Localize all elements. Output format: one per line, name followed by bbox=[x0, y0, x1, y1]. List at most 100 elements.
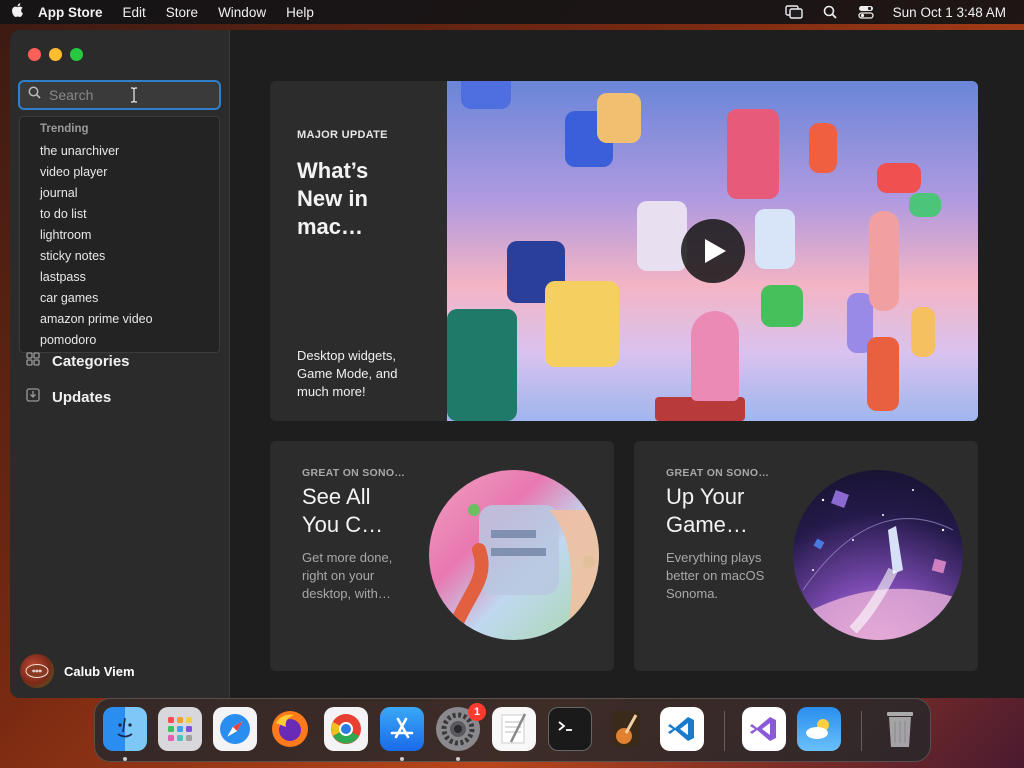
control-center-icon[interactable] bbox=[857, 5, 875, 19]
suggestion-item[interactable]: video player bbox=[20, 162, 219, 183]
terminal-icon bbox=[558, 721, 572, 731]
sidebar-item-updates[interactable]: Updates bbox=[26, 388, 111, 406]
art-tile bbox=[877, 163, 921, 193]
suggestion-item[interactable]: lastpass bbox=[20, 267, 219, 288]
hero-feature-card[interactable]: MAJOR UPDATE What’s New in mac… Desktop … bbox=[270, 81, 978, 421]
app-store-icon bbox=[390, 717, 414, 739]
card-artwork bbox=[429, 470, 599, 640]
search-suggestions-dropdown: Trending the unarchiver video player jou… bbox=[19, 116, 220, 353]
menu-edit[interactable]: Edit bbox=[123, 5, 146, 20]
editorial-card-widgets[interactable]: GREAT ON SONO… See All You C… Get more d… bbox=[270, 441, 614, 671]
card-eyebrow: GREAT ON SONO… bbox=[666, 467, 770, 479]
card-title: Up Your Game… bbox=[666, 484, 748, 537]
dock-weather[interactable] bbox=[797, 707, 841, 751]
minimize-window-button[interactable] bbox=[49, 48, 62, 61]
art-tile bbox=[545, 281, 619, 367]
user-name: Calub Viem bbox=[64, 663, 135, 679]
menu-window[interactable]: Window bbox=[218, 5, 266, 20]
art-tile bbox=[909, 193, 941, 217]
guitar-icon bbox=[612, 711, 640, 747]
dock-separator bbox=[861, 711, 862, 751]
window-controls bbox=[28, 48, 83, 61]
dock-safari[interactable] bbox=[213, 707, 257, 751]
suggestion-item[interactable]: amazon prime video bbox=[20, 309, 219, 330]
spotlight-search-icon[interactable] bbox=[821, 5, 839, 19]
firefox-icon bbox=[272, 711, 308, 747]
running-indicator bbox=[456, 757, 460, 761]
dock-chrome[interactable] bbox=[324, 707, 368, 751]
suggestion-item[interactable]: car games bbox=[20, 288, 219, 309]
zoom-window-button[interactable] bbox=[70, 48, 83, 61]
notification-badge: 1 bbox=[468, 703, 486, 721]
art-figure bbox=[691, 311, 739, 401]
sidebar-item-categories[interactable]: Categories bbox=[26, 352, 130, 370]
dock-vscode[interactable] bbox=[660, 707, 704, 751]
art-tile bbox=[637, 201, 687, 271]
card-subtitle: Get more done, right on your desktop, wi… bbox=[302, 550, 393, 601]
card-subtitle: Everything plays better on macOS Sonoma. bbox=[666, 550, 765, 601]
play-video-button[interactable] bbox=[681, 219, 745, 283]
art-tile bbox=[809, 123, 837, 173]
close-window-button[interactable] bbox=[28, 48, 41, 61]
dock-system-settings[interactable]: 1 bbox=[436, 703, 486, 751]
dock-visual-studio[interactable] bbox=[742, 707, 786, 751]
safari-icon bbox=[220, 714, 250, 744]
hero-artwork bbox=[447, 81, 978, 421]
dock-finder[interactable] bbox=[103, 707, 147, 751]
suggestion-item[interactable]: pomodoro bbox=[20, 330, 219, 351]
dock-launchpad[interactable] bbox=[158, 707, 202, 751]
launchpad-icon bbox=[168, 717, 192, 741]
trash-icon bbox=[887, 712, 913, 747]
menu-help[interactable]: Help bbox=[286, 5, 314, 20]
suggestion-item[interactable]: lightroom bbox=[20, 225, 219, 246]
art-tile bbox=[727, 109, 779, 199]
sidebar-item-label: Categories bbox=[52, 352, 130, 370]
sidebar: Trending the unarchiver video player jou… bbox=[10, 30, 230, 698]
art-figure bbox=[869, 211, 899, 311]
card-eyebrow: GREAT ON SONO… bbox=[302, 467, 406, 479]
art-tile bbox=[911, 307, 935, 357]
app-store-window: Trending the unarchiver video player jou… bbox=[10, 30, 1024, 698]
card-title: See All You C… bbox=[302, 484, 384, 537]
card-artwork bbox=[793, 470, 963, 640]
menu-store[interactable]: Store bbox=[166, 5, 198, 20]
textedit-icon bbox=[501, 713, 527, 744]
suggestion-item[interactable]: journal bbox=[20, 183, 219, 204]
hero-subtitle: Desktop widgets, Game Mode, and much mor… bbox=[297, 348, 398, 399]
play-icon bbox=[705, 239, 726, 263]
text-cursor-icon bbox=[130, 87, 138, 106]
hero-title: What’s New in mac… bbox=[297, 158, 369, 239]
visual-studio-icon bbox=[750, 717, 776, 741]
chrome-icon bbox=[331, 714, 361, 744]
search-field[interactable] bbox=[18, 80, 221, 110]
finder-icon bbox=[117, 717, 133, 738]
dock-terminal[interactable] bbox=[548, 707, 592, 751]
main-content: MAJOR UPDATE What’s New in mac… Desktop … bbox=[230, 30, 1024, 698]
hero-text: MAJOR UPDATE What’s New in mac… Desktop … bbox=[297, 81, 437, 421]
apple-menu-icon[interactable] bbox=[10, 2, 38, 22]
search-input[interactable] bbox=[49, 87, 189, 103]
art-tile bbox=[867, 337, 899, 411]
dock-app-store[interactable] bbox=[380, 707, 424, 751]
suggestion-item[interactable]: to do list bbox=[20, 204, 219, 225]
account-button[interactable]: Calub Viem bbox=[20, 654, 135, 688]
screen-mirroring-icon[interactable] bbox=[784, 5, 803, 19]
suggestion-item[interactable]: sticky notes bbox=[20, 246, 219, 267]
search-icon bbox=[28, 86, 41, 104]
art-tile bbox=[447, 309, 517, 421]
avatar bbox=[20, 654, 54, 688]
suggestion-item[interactable]: the unarchiver bbox=[20, 141, 219, 162]
dock-garageband[interactable] bbox=[604, 707, 648, 751]
art-tile bbox=[461, 81, 511, 109]
menu-app-store[interactable]: App Store bbox=[38, 5, 103, 20]
dock-separator bbox=[724, 711, 725, 751]
updates-icon bbox=[26, 388, 40, 406]
dock-trash[interactable] bbox=[878, 707, 922, 751]
menu-clock[interactable]: Sun Oct 1 3:48 AM bbox=[893, 5, 1006, 20]
dock-textedit[interactable] bbox=[492, 707, 536, 751]
dock-firefox[interactable] bbox=[268, 707, 312, 751]
running-indicator bbox=[400, 757, 404, 761]
sidebar-item-label: Updates bbox=[52, 388, 112, 406]
hero-eyebrow: MAJOR UPDATE bbox=[297, 129, 388, 141]
editorial-card-games[interactable]: GREAT ON SONO… Up Your Game… Everything … bbox=[634, 441, 978, 671]
